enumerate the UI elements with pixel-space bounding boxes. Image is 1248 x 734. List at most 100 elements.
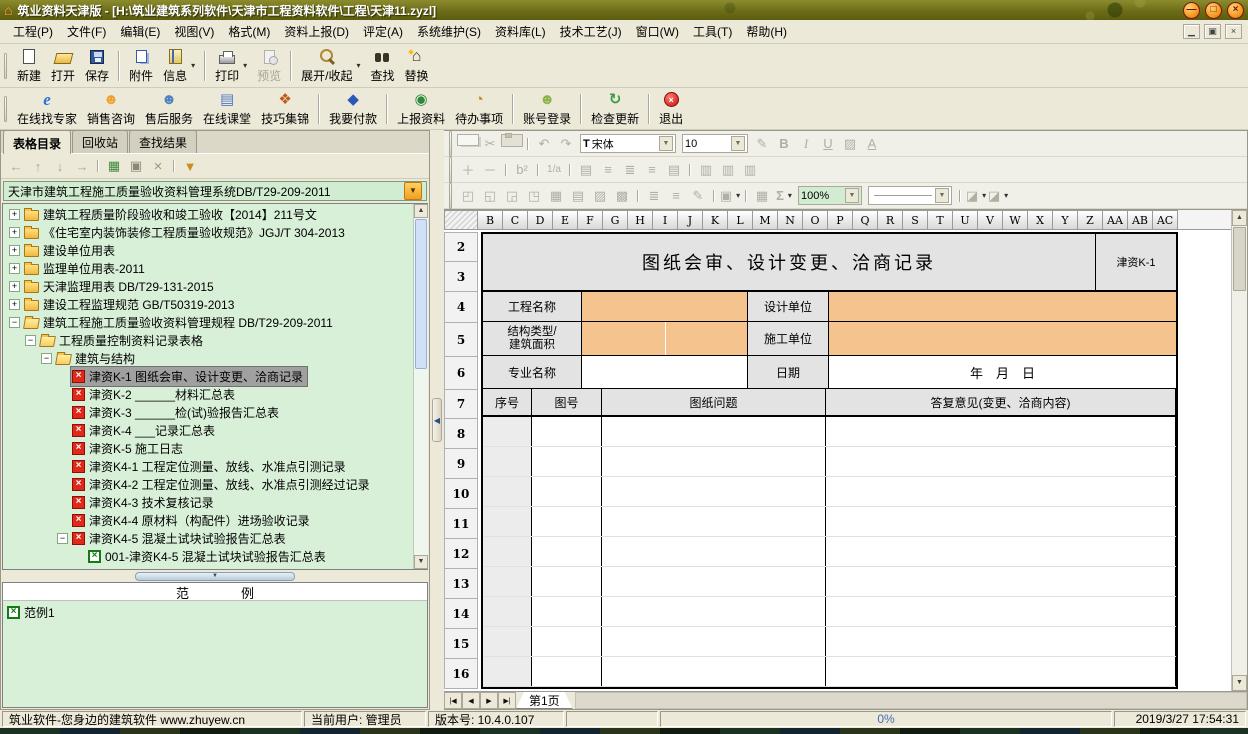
column-header[interactable]: T (928, 210, 953, 230)
sheet-tab[interactable]: 第1页 (516, 692, 573, 709)
chevron-down-icon[interactable]: ▼ (659, 136, 673, 151)
column-header[interactable]: U (953, 210, 978, 230)
toolbar-button[interactable]: 附件 ▾ (124, 47, 158, 85)
table-row[interactable] (483, 417, 1176, 447)
tree-toolbar-button[interactable]: ↓ (49, 156, 71, 176)
tree-item[interactable]: 001-津资K4-5 混凝土试块试验报告汇总表 (3, 547, 413, 565)
online-toolbar-button[interactable]: 退出 (654, 90, 688, 128)
tree-item[interactable]: 津资K-3 ______检(试)验报告汇总表 (3, 403, 413, 421)
serial-cell[interactable] (483, 477, 532, 506)
scroll-down-icon[interactable]: ▼ (414, 555, 428, 569)
format-button[interactable]: B (773, 134, 795, 154)
tree-item[interactable]: 津资K4-3 技术复核记录 (3, 493, 413, 511)
toolbar-grip[interactable] (449, 183, 452, 209)
sheet-horizontal-scrollbar[interactable] (575, 692, 1247, 709)
online-toolbar-button[interactable]: 售后服务 (140, 90, 198, 128)
format-button[interactable]: ▥ (695, 160, 717, 180)
column-header[interactable]: Q (853, 210, 878, 230)
drawing-no-cell[interactable] (532, 507, 602, 536)
row-header[interactable]: 6 (444, 357, 478, 390)
row-header[interactable]: 3 (444, 262, 478, 292)
minimize-button[interactable]: — (1183, 2, 1200, 19)
tree-toolbar-button[interactable]: ▣ (125, 156, 147, 176)
drawing-issue-cell[interactable] (602, 537, 826, 566)
drawing-no-cell[interactable] (532, 417, 602, 446)
toolbar-button[interactable]: 展开/收起 ▾ (296, 47, 365, 85)
tree-item[interactable]: 津资K-2 ______材料汇总表 (3, 385, 413, 403)
row-header[interactable]: 10 (444, 479, 478, 509)
line-style-combo[interactable]: ▼ (868, 186, 952, 205)
reply-cell[interactable] (826, 477, 1176, 506)
format-button[interactable]: 1/a (543, 160, 565, 180)
toolbar-button[interactable]: 查找 ▾ (366, 47, 400, 85)
column-header[interactable]: N (778, 210, 803, 230)
diagonal-border-button[interactable]: ◪▾ (965, 186, 987, 206)
tree-toolbar-button[interactable]: → (71, 156, 93, 176)
tree-item[interactable]: + 建设单位用表 (3, 241, 413, 259)
tree-expander[interactable]: + (9, 281, 20, 292)
menu-item[interactable]: 视图(V) (167, 22, 221, 42)
format-button[interactable]: ◲▾ (501, 186, 523, 206)
tree-toolbar-button[interactable]: ▼ (179, 156, 201, 176)
tree-expander[interactable]: + (9, 209, 20, 220)
format-button[interactable]: ◳▾ (523, 186, 545, 206)
reply-cell[interactable] (826, 627, 1176, 656)
column-header[interactable]: Y (1053, 210, 1078, 230)
online-toolbar-button[interactable]: 在线找专家 (12, 90, 82, 128)
left-tab[interactable]: 回收站 (72, 130, 128, 153)
format-button[interactable]: ◱▾ (479, 186, 501, 206)
menu-item[interactable]: 工具(T) (686, 22, 739, 42)
construction-unit-field[interactable] (829, 322, 1176, 355)
dropdown-arrow-icon[interactable]: ▾ (191, 61, 195, 70)
sheet-vertical-scrollbar[interactable]: ▲ ▼ (1231, 210, 1247, 691)
catalog-dropdown-button[interactable]: ▼ (404, 182, 422, 200)
online-toolbar-button[interactable]: 我要付款 (324, 90, 382, 128)
menu-item[interactable]: 系统维护(S) (410, 22, 488, 42)
format-button[interactable] (501, 134, 523, 147)
scroll-up-icon[interactable]: ▲ (1232, 210, 1247, 226)
column-header[interactable]: F (578, 210, 603, 230)
dropdown-arrow-icon[interactable]: ▾ (736, 191, 740, 200)
drawing-issue-cell[interactable] (602, 447, 826, 476)
column-header[interactable]: E (553, 210, 578, 230)
row-header[interactable]: 8 (444, 419, 478, 449)
format-button[interactable]: ≣ (619, 160, 641, 180)
online-toolbar-button[interactable]: 上报资料 (392, 90, 450, 128)
sheet-nav-button[interactable]: ▶ (480, 692, 498, 709)
row-header[interactable]: 7 (444, 390, 478, 419)
format-button[interactable]: ◰▾ (457, 186, 479, 206)
left-tab[interactable]: 查找结果 (129, 130, 197, 153)
format-button[interactable]: ▥ (717, 160, 739, 180)
format-button[interactable]: ▣▾ (719, 186, 741, 206)
format-button[interactable]: ▩▾ (611, 186, 633, 206)
tree-toolbar-button[interactable]: ▦ (103, 156, 125, 176)
row-header[interactable]: 13 (444, 569, 478, 599)
row-header[interactable]: 11 (444, 509, 478, 539)
drawing-no-cell[interactable] (532, 657, 602, 686)
sheet-nav-button[interactable]: |◀ (444, 692, 462, 709)
tree-item[interactable]: − 建筑工程施工质量验收资料管理规程 DB/T29-209-2011 (3, 313, 413, 331)
reply-cell[interactable] (826, 417, 1176, 446)
sheet-nav-button[interactable]: ◀ (462, 692, 480, 709)
column-header[interactable]: X (1028, 210, 1053, 230)
column-header[interactable]: V (978, 210, 1003, 230)
form-title[interactable]: 图纸会审、设计变更、洽商记录 (483, 234, 1096, 290)
drawing-no-cell[interactable] (532, 477, 602, 506)
column-header[interactable]: H (628, 210, 653, 230)
format-button[interactable]: ▨ (839, 134, 861, 154)
sheet-corner-cell[interactable] (444, 210, 478, 230)
panel-splitter[interactable]: ◀ (430, 130, 444, 710)
serial-cell[interactable] (483, 627, 532, 656)
left-tab[interactable]: 表格目录 (3, 130, 71, 154)
tree-item[interactable]: 津资K4-1 工程定位测量、放线、水准点引测记录 (3, 457, 413, 475)
mdi-minimize-button[interactable]: ▁ (1183, 24, 1200, 39)
format-button[interactable]: ✎ (751, 134, 773, 154)
format-button[interactable]: A (861, 134, 883, 154)
tree-item[interactable]: 津资K4-4 原材料（构配件）进场验收记录 (3, 511, 413, 529)
tree-toolbar-button[interactable]: ↑ (27, 156, 49, 176)
tree-item[interactable]: + 《住宅室内装饰装修工程质量验收规范》JGJ/T 304-2013 (3, 223, 413, 241)
reply-cell[interactable] (826, 567, 1176, 596)
format-button[interactable]: － (479, 160, 501, 180)
tree-item[interactable]: − 建筑与结构 (3, 349, 413, 367)
toolbar-button[interactable]: 打印 ▾ (210, 47, 252, 85)
